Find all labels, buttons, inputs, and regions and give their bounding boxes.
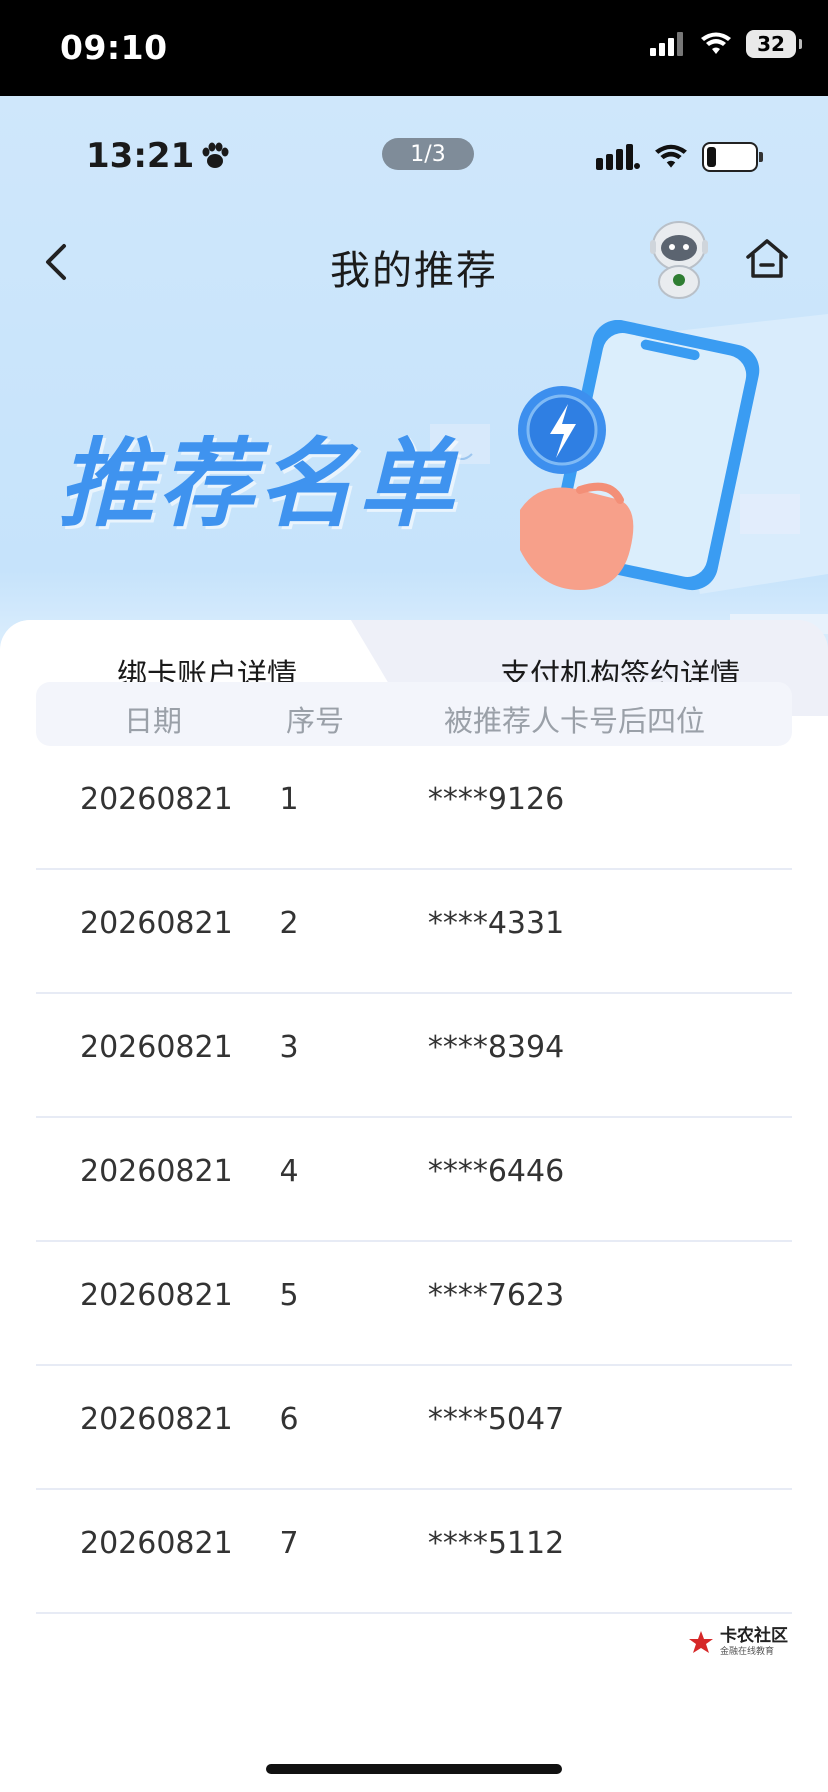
table-row: 20260821 7 ****5112: [36, 1490, 792, 1614]
app-status-bar: 13:21 1/3: [0, 136, 828, 186]
cell-seq: 2: [279, 906, 299, 941]
cell-card: ****9126: [427, 782, 565, 817]
cell-seq: 3: [279, 1030, 299, 1065]
page-indicator: 1/3: [382, 138, 474, 170]
table-row: 20260821 1 ****9126: [36, 746, 792, 870]
table-row: 20260821 5 ****7623: [36, 1242, 792, 1366]
cell-card: ****4331: [427, 906, 565, 941]
device-time: 09:10: [60, 28, 168, 67]
paw-icon: [202, 142, 229, 168]
column-header-date: 日期: [124, 704, 183, 738]
watermark: 卡农社区 金融在线教育: [688, 1628, 788, 1657]
column-header-card: 被推荐人卡号后四位: [444, 704, 706, 738]
table-row: 20260821 2 ****4331: [36, 870, 792, 994]
home-icon[interactable]: [742, 234, 792, 284]
table-row: 20260821 3 ****8394: [36, 994, 792, 1118]
cell-seq: 5: [279, 1278, 299, 1313]
cell-card: ****7623: [427, 1278, 565, 1313]
table-row: 20260821 6 ****5047: [36, 1366, 792, 1490]
cellular-signal-icon: [650, 32, 683, 56]
home-indicator[interactable]: [266, 1764, 562, 1774]
table-row: 20260821 4 ****6446: [36, 1118, 792, 1242]
cell-date: 20260821: [80, 906, 233, 941]
cell-date: 20260821: [80, 1154, 233, 1189]
app-time: 13:21: [86, 136, 195, 176]
table-body: 20260821 1 ****9126 20260821 2 ****4331 …: [36, 746, 792, 1614]
battery-icon: 32: [746, 30, 802, 58]
cell-seq: 1: [279, 782, 299, 817]
phone-illustration: [518, 320, 760, 591]
cell-date: 20260821: [80, 782, 233, 817]
watermark-title: 卡农社区: [720, 1626, 788, 1646]
battery-icon: [702, 142, 763, 172]
nav-bar: 我的推荐: [0, 221, 828, 304]
cell-card: ****5047: [427, 1402, 565, 1437]
table-header: 日期 序号 被推荐人卡号后四位: [36, 682, 792, 746]
cell-date: 20260821: [80, 1030, 233, 1065]
wifi-icon: [655, 144, 687, 168]
watermark-subtitle: 金融在线教育: [720, 1647, 775, 1657]
cell-seq: 7: [279, 1526, 299, 1561]
cell-card: ****6446: [427, 1154, 565, 1189]
cell-seq: 4: [279, 1154, 299, 1189]
cell-date: 20260821: [80, 1278, 233, 1313]
cell-seq: 6: [279, 1402, 299, 1437]
column-header-seq: 序号: [286, 704, 345, 738]
battery-level: 32: [757, 32, 785, 56]
watermark-logo-icon: [689, 1630, 713, 1653]
wifi-icon: [701, 32, 731, 54]
cell-date: 20260821: [80, 1402, 233, 1437]
cellular-signal-icon: [596, 144, 640, 170]
cell-date: 20260821: [80, 1526, 233, 1561]
banner: 推荐名单: [0, 314, 828, 634]
cell-card: ****5112: [427, 1526, 565, 1561]
banner-title: 推荐名单: [58, 428, 458, 540]
assistant-robot-icon[interactable]: [644, 216, 714, 302]
device-status-bar: 09:10 32: [0, 0, 828, 96]
cell-card: ****8394: [427, 1030, 565, 1065]
